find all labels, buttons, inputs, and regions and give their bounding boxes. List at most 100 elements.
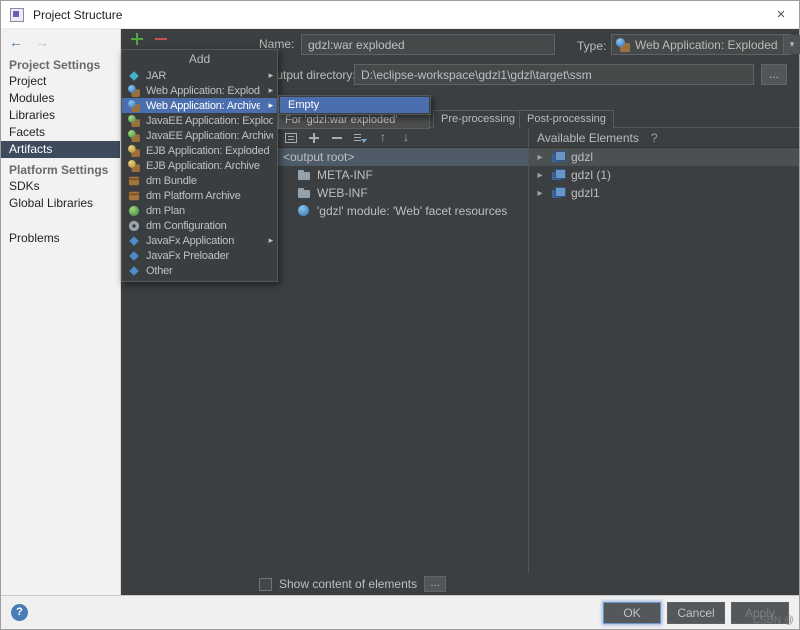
menu-item-dm-plan[interactable]: dm Plan [122,203,277,218]
titlebar: Project Structure × [1,1,799,29]
dialog-icon [9,7,25,23]
sidebar-item-global-libraries[interactable]: Global Libraries [1,195,120,212]
available-row-gdzl[interactable]: ▸ gdzl [529,148,799,166]
sidebar-item-problems[interactable]: Problems [1,230,120,247]
apply-button[interactable]: Apply [731,602,789,624]
sidebar-item-project[interactable]: Project [1,73,120,90]
show-content-label: Show content of elements [279,577,417,591]
dm-configuration-icon [128,220,140,232]
move-down-icon[interactable]: ↓ [398,130,414,146]
sidebar-item-sdks[interactable]: SDKs [1,178,120,195]
close-icon[interactable]: × [771,6,791,23]
add-menu-title: Add [122,50,277,68]
sort-icon[interactable] [352,130,368,146]
show-content-checkbox[interactable] [259,578,272,591]
jar-icon [128,70,140,82]
dm-plan-icon [128,205,140,217]
artifact-editor: Name: Type: Web Application: Exploded ▾ … [121,29,799,595]
nav-history: ← → [1,29,120,53]
menu-item-web-archive[interactable]: Web Application: Archive ▸ [122,98,277,113]
submenu-arrow-icon: ▸ [265,70,273,81]
chevron-right-icon[interactable]: ▸ [535,188,545,199]
tree-row-label: WEB-INF [317,186,368,200]
cancel-button[interactable]: Cancel [667,602,725,624]
ejb-application-icon [128,145,140,157]
javafx-icon [128,235,140,247]
chevron-right-icon[interactable]: ▸ [535,152,545,163]
submenu-arrow-icon: ▸ [265,235,273,246]
javaee-application-icon [128,130,140,142]
help-button[interactable]: ? [11,604,28,621]
web-application-icon [128,100,140,112]
menu-item-web-exploded[interactable]: Web Application: Exploded ▸ [122,83,277,98]
project-structure-dialog: Project Structure × ← → Project Settings… [0,0,800,630]
chevron-right-icon[interactable]: ▸ [535,170,545,181]
other-icon [128,265,140,277]
output-directory-input[interactable] [354,64,754,85]
type-label: Type: [577,39,606,53]
menu-item-other[interactable]: Other [122,263,277,278]
available-row-gdzl1[interactable]: ▸ gdzl1 [529,184,799,202]
menu-item-ejb-archive[interactable]: EJB Application: Archive [122,158,277,173]
available-elements-header: Available Elements ? [529,128,799,148]
sidebar-item-libraries[interactable]: Libraries [1,107,120,124]
web-application-icon [616,38,630,52]
sidebar-item-facets[interactable]: Facets [1,124,120,141]
web-facet-icon [297,204,311,218]
menu-item-dm-configuration[interactable]: dm Configuration [122,218,277,233]
sidebar-item-artifacts[interactable]: Artifacts [1,141,120,158]
dm-bundle-icon [128,175,140,187]
type-select-value: Web Application: Exploded [635,38,778,52]
remove-artifact-icon[interactable] [153,31,169,47]
archive-submenu: Empty [278,95,431,115]
folder-icon [297,168,311,182]
menu-item-javafx-application[interactable]: JavaFx Application ▸ [122,233,277,248]
back-icon[interactable]: ← [9,34,23,50]
javaee-application-icon [128,115,140,127]
footer-browse-button[interactable]: ... [424,576,446,592]
available-row-label: gdzl [571,150,593,164]
tree-row-label: META-INF [317,168,373,182]
available-row-gdzl-1[interactable]: ▸ gdzl (1) [529,166,799,184]
module-icon [551,186,565,200]
module-icon [551,168,565,182]
tree-row-label: 'gdzl' module: 'Web' facet resources [317,204,507,218]
menu-item-javaee-archive[interactable]: JavaEE Application: Archive [122,128,277,143]
menu-item-dm-platform-archive[interactable]: dm Platform Archive [122,188,277,203]
menu-item-javaee-exploded[interactable]: JavaEE Application: Exploded [122,113,277,128]
forward-icon[interactable]: → [35,34,49,50]
add-icon[interactable] [306,130,322,146]
add-artifact-icon[interactable] [129,31,145,47]
sidebar-item-modules[interactable]: Modules [1,90,120,107]
tab-post-processing[interactable]: Post-processing [519,110,614,128]
tree-row-label: <output root> [283,150,354,164]
ejb-application-icon [128,160,140,172]
platform-settings-header: Platform Settings [1,158,120,178]
settings-nav: ← → Project Settings Project Modules Lib… [1,29,121,595]
remove-icon[interactable] [329,130,345,146]
folder-icon [297,186,311,200]
move-up-icon[interactable]: ↑ [375,130,391,146]
available-row-label: gdzl (1) [571,168,611,182]
output-browse-button[interactable]: ... [761,64,787,85]
web-application-icon [128,85,140,97]
name-input[interactable] [301,34,555,55]
submenu-arrow-icon: ▸ [265,100,273,111]
menu-item-javafx-preloader[interactable]: JavaFx Preloader [122,248,277,263]
available-row-label: gdzl1 [571,186,600,200]
tab-pre-processing[interactable]: Pre-processing [433,110,523,128]
type-select[interactable]: Web Application: Exploded ▾ [611,34,791,55]
menu-item-jar[interactable]: JAR ▸ [122,68,277,83]
dialog-footer: ? OK Cancel Apply CSDN @ [1,595,799,629]
menu-item-ejb-exploded[interactable]: EJB Application: Exploded [122,143,277,158]
package-icon[interactable] [283,130,299,146]
chevron-down-icon: ▾ [783,35,800,54]
ok-button[interactable]: OK [603,602,661,624]
add-menu: Add JAR ▸ Web Application: Exploded ▸ We… [121,49,278,282]
output-directory-label: Output directory: [267,68,356,82]
submenu-item-empty[interactable]: Empty [280,97,429,113]
help-icon[interactable]: ? [651,131,658,145]
submenu-arrow-icon: ▸ [265,85,273,96]
available-elements-title: Available Elements [537,131,639,145]
menu-item-dm-bundle[interactable]: dm Bundle [122,173,277,188]
